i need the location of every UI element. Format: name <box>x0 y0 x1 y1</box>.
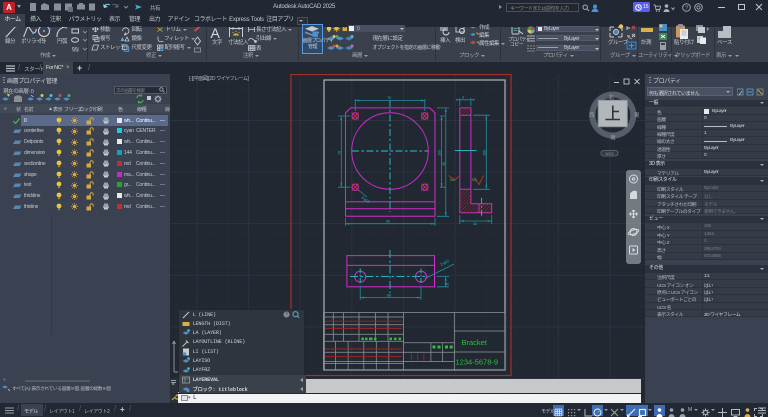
svg-text:9: 9 <box>462 95 465 100</box>
svg-text:Bracket: Bracket <box>462 338 488 347</box>
svg-text:70: 70 <box>336 150 341 155</box>
svg-text:?: ? <box>685 6 688 12</box>
svg-text:東: 東 <box>634 111 640 119</box>
svg-text:90: 90 <box>386 219 391 224</box>
svg-text:100: 100 <box>437 149 442 156</box>
svg-text:?: ? <box>285 312 288 318</box>
svg-text:66: 66 <box>387 293 392 298</box>
svg-text:A: A <box>211 27 221 41</box>
svg-text:WCS: WCS <box>605 152 614 156</box>
svg-text:1234-5678-9: 1234-5678-9 <box>456 358 499 367</box>
svg-text:70: 70 <box>387 95 392 100</box>
